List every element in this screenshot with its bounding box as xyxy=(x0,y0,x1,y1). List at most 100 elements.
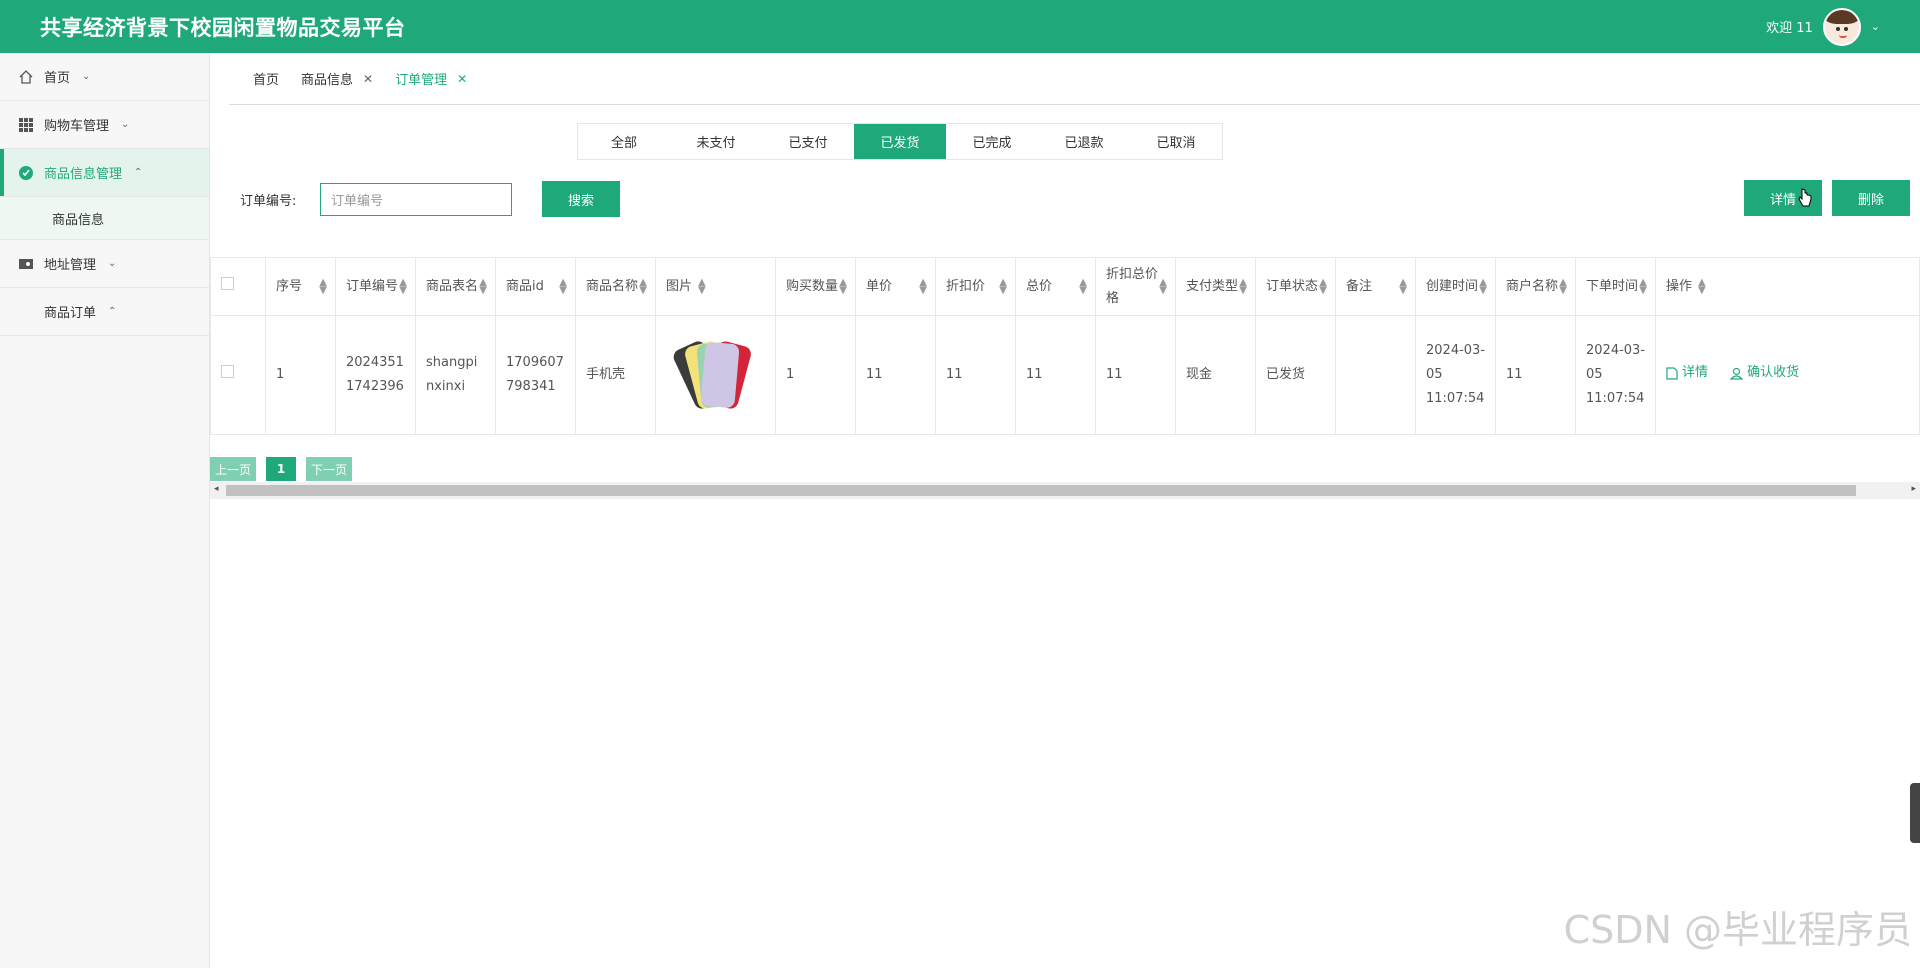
cell-created: 2024-03-05 11:07:54 xyxy=(1415,315,1496,435)
cell-discount: 11 xyxy=(935,315,1016,435)
sidebar-item-cart[interactable]: 购物车管理 ⌄ xyxy=(0,101,209,149)
status-tab-all[interactable]: 全部 xyxy=(578,124,670,159)
status-tab-completed[interactable]: 已完成 xyxy=(946,124,1038,159)
sort-icon: ▲ ▼ xyxy=(1239,276,1247,296)
sidebar-item-home[interactable]: 首页 ⌄ xyxy=(0,53,209,101)
chevron-down-icon[interactable]: ⌄ xyxy=(1871,20,1880,33)
sort-icon: ▲ ▼ xyxy=(1559,276,1567,296)
cell-table-name: shangpinxinxi xyxy=(415,315,496,435)
scroll-left-icon[interactable]: ◂ xyxy=(214,484,219,494)
column-header[interactable]: 下单时间 ▲ ▼ xyxy=(1575,257,1656,316)
tab-home[interactable]: 首页 xyxy=(253,69,279,88)
status-tab-paid[interactable]: 已支付 xyxy=(762,124,854,159)
document-icon xyxy=(1666,367,1678,380)
column-header[interactable]: 折扣总价格 ▲ ▼ xyxy=(1095,257,1176,316)
column-header[interactable]: 商品名称 ▲ ▼ xyxy=(575,257,656,316)
orders-table: 序号 ▲ ▼ 订单编号 ▲ ▼ 商品表名 ▲ ▼ 商品id ▲ ▼ 商品名称 ▲ ▼ 图片 ▲ ▼ 购买… xyxy=(210,257,1920,435)
sort-icon: ▲ ▼ xyxy=(1319,276,1327,296)
horizontal-scrollbar[interactable]: ◂ ▸ xyxy=(210,482,1920,499)
tab-product-info[interactable]: 商品信息 ✕ xyxy=(301,69,373,89)
sidebar-item-orders[interactable]: 商品订单 ⌃ xyxy=(0,288,209,336)
row-confirm-receipt-link[interactable]: 确认收货 xyxy=(1730,361,1799,385)
column-header[interactable]: 购买数量 ▲ ▼ xyxy=(775,257,856,316)
order-status-filter: 全部 未支付 已支付 已发货 已完成 已退款 已取消 xyxy=(577,123,1223,160)
mouse-cursor-icon xyxy=(1798,188,1812,207)
column-header[interactable]: 总价 ▲ ▼ xyxy=(1015,257,1096,316)
delete-button[interactable]: 删除 xyxy=(1832,180,1910,216)
select-all-checkbox[interactable] xyxy=(221,276,234,290)
column-header[interactable]: 商品id ▲ ▼ xyxy=(495,257,576,316)
sort-icon: ▲ ▼ xyxy=(479,276,487,296)
cell-remark xyxy=(1335,315,1416,435)
status-tab-refunded[interactable]: 已退款 xyxy=(1038,124,1130,159)
cell-image xyxy=(655,315,776,435)
sidebar-item-label: 地址管理 xyxy=(44,258,97,273)
wallet-icon xyxy=(18,256,34,272)
chevron-up-icon: ⌃ xyxy=(108,306,117,317)
sort-icon: ▲ ▼ xyxy=(399,276,407,296)
close-icon[interactable]: ✕ xyxy=(457,72,467,86)
avatar[interactable] xyxy=(1822,7,1861,46)
cell-no: 1 xyxy=(265,315,336,435)
column-header[interactable]: 商品表名 ▲ ▼ xyxy=(415,257,496,316)
table-row: 1 20243511742396 shangpinxinxi 170960779… xyxy=(210,315,1920,435)
cell-actions: 详情 确认收货 xyxy=(1655,315,1920,435)
cell-order-no: 20243511742396 xyxy=(335,315,416,435)
sort-icon: ▲ ▼ xyxy=(1479,276,1487,296)
row-checkbox[interactable] xyxy=(221,365,234,378)
user-menu[interactable]: 欢迎 11 ⌄ xyxy=(1766,7,1880,46)
search-button[interactable]: 搜索 xyxy=(542,181,620,217)
cell-discount-total: 11 xyxy=(1095,315,1176,435)
status-tab-shipped[interactable]: 已发货 xyxy=(854,124,946,159)
side-floating-tab[interactable] xyxy=(1910,783,1920,843)
column-header[interactable]: 单价 ▲ ▼ xyxy=(855,257,936,316)
order-number-input[interactable]: 订单编号 xyxy=(320,182,512,216)
sidebar-item-label: 首页 xyxy=(44,71,71,86)
column-header[interactable]: 折扣价 ▲ ▼ xyxy=(935,257,1016,316)
sidebar-item-label: 商品订单 xyxy=(44,306,97,321)
column-header[interactable]: 备注 ▲ ▼ xyxy=(1335,257,1416,316)
cell-merchant: 11 xyxy=(1495,315,1576,435)
app-title: 共享经济背景下校园闲置物品交易平台 xyxy=(40,15,406,40)
column-header[interactable]: 订单状态 ▲ ▼ xyxy=(1255,257,1336,316)
page-number[interactable]: 1 xyxy=(266,457,297,481)
column-header[interactable]: 图片 ▲ ▼ xyxy=(655,257,776,316)
watermark: CSDN @毕业程序员 xyxy=(1563,908,1912,952)
grid-icon xyxy=(18,117,34,133)
select-all-header xyxy=(210,257,266,316)
column-header[interactable]: 订单编号 ▲ ▼ xyxy=(335,257,416,316)
column-header[interactable]: 支付类型 ▲ ▼ xyxy=(1175,257,1256,316)
column-header[interactable]: 操作 ▲ ▼ xyxy=(1655,257,1920,316)
scroll-right-icon[interactable]: ▸ xyxy=(1911,484,1916,494)
cell-product-id: 1709607798341 xyxy=(495,315,576,435)
sort-icon: ▲ ▼ xyxy=(839,276,847,296)
cell-qty: 1 xyxy=(775,315,856,435)
column-header[interactable]: 商户名称 ▲ ▼ xyxy=(1495,257,1576,316)
status-tab-unpaid[interactable]: 未支付 xyxy=(670,124,762,159)
column-header[interactable]: 序号 ▲ ▼ xyxy=(265,257,336,316)
sort-icon: ▲ ▼ xyxy=(1399,276,1407,296)
chevron-down-icon: ⌄ xyxy=(121,119,130,130)
sidebar-subitem-product-info[interactable]: 商品信息 xyxy=(0,197,209,240)
row-detail-link[interactable]: 详情 xyxy=(1666,361,1708,385)
sort-icon: ▲ ▼ xyxy=(698,276,706,296)
sort-icon: ▲ ▼ xyxy=(1079,276,1087,296)
close-icon[interactable]: ✕ xyxy=(363,72,373,86)
pagination: 上一页 1 下一页 xyxy=(210,457,353,481)
sidebar-item-label: 商品信息管理 xyxy=(44,167,123,182)
cell-product-name: 手机壳 xyxy=(575,315,656,435)
page-tabs: 首页 商品信息 ✕ 订单管理 ✕ xyxy=(229,53,1920,105)
order-number-label: 订单编号: xyxy=(240,193,297,209)
sidebar-item-address[interactable]: 地址管理 ⌄ xyxy=(0,240,209,288)
sidebar-item-product-info[interactable]: 商品信息管理 ⌃ xyxy=(0,149,209,197)
status-tab-cancelled[interactable]: 已取消 xyxy=(1130,124,1222,159)
tab-order-management[interactable]: 订单管理 ✕ xyxy=(395,69,467,89)
scrollbar-thumb[interactable] xyxy=(226,485,1856,496)
prev-page-button[interactable]: 上一页 xyxy=(210,457,257,481)
sort-icon: ▲ ▼ xyxy=(999,276,1007,296)
next-page-button[interactable]: 下一页 xyxy=(306,457,353,481)
sidebar-item-label: 购物车管理 xyxy=(44,119,110,134)
sort-icon: ▲ ▼ xyxy=(1639,276,1647,296)
orders-table-wrap: 序号 ▲ ▼ 订单编号 ▲ ▼ 商品表名 ▲ ▼ 商品id ▲ ▼ 商品名称 ▲ ▼ 图片 ▲ ▼ 购买… xyxy=(210,257,1920,435)
column-header[interactable]: 创建时间 ▲ ▼ xyxy=(1415,257,1496,316)
